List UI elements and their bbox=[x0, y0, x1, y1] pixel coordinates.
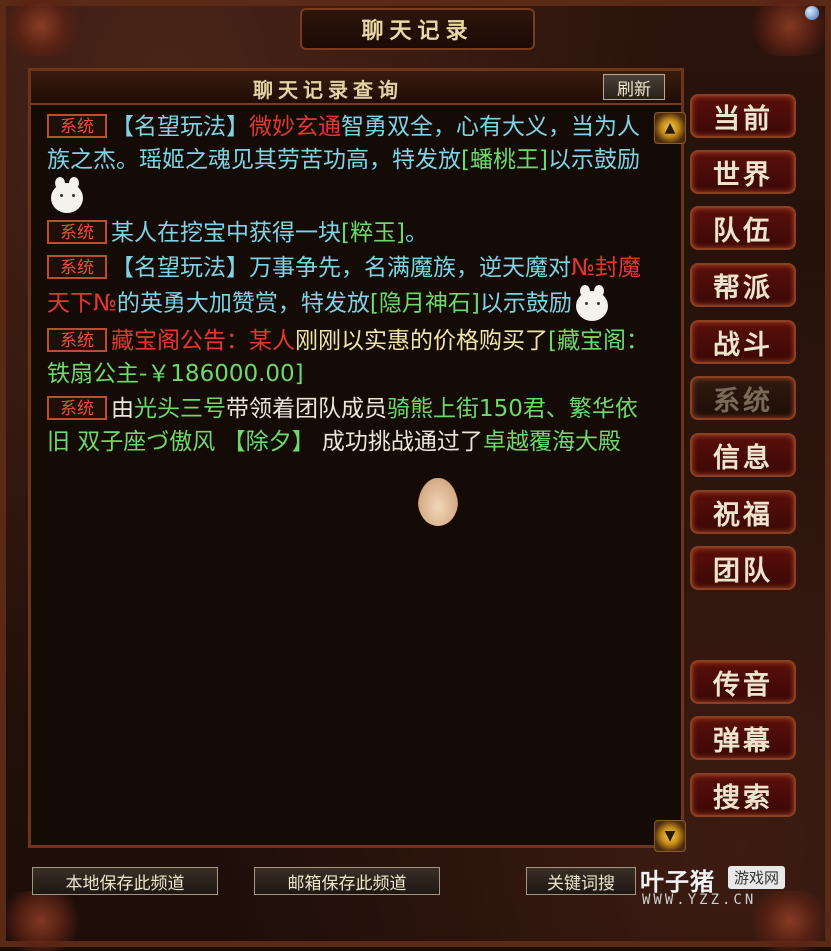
message-text[interactable]: [粹玉] bbox=[341, 220, 405, 246]
chat-message: 系统 某人在挖宝中获得一块[粹玉]。 bbox=[47, 217, 657, 250]
channel-tag: 系统 bbox=[47, 395, 107, 420]
message-text: 【名望玩法】 bbox=[111, 114, 249, 140]
chat-message: 系统 藏宝阁公告：某人刚刚以实惠的价格购买了[藏宝阁：铁扇公主-￥186000.0… bbox=[47, 325, 657, 391]
message-text[interactable]: 藏宝阁公告：某人 bbox=[111, 328, 295, 354]
scroll-up-icon[interactable]: ▲ bbox=[654, 112, 686, 144]
message-text[interactable]: 微妙玄通 bbox=[249, 114, 341, 140]
message-text: 万事争先，名满魔族，逆天魔对 bbox=[249, 255, 571, 281]
message-text: 以示鼓励 bbox=[547, 147, 640, 173]
tab-channel[interactable]: 祝福 bbox=[690, 490, 796, 534]
keyword-search-button[interactable]: 关键词搜 bbox=[526, 867, 636, 895]
message-text: 。 bbox=[404, 220, 428, 246]
message-text[interactable]: 光头三号 bbox=[134, 396, 226, 422]
save-mail-button[interactable]: 邮箱保存此频道 bbox=[254, 867, 440, 895]
corner-ornament bbox=[745, 0, 831, 56]
pointer-hand-icon bbox=[418, 478, 458, 526]
chat-message: 系统 【名望玩法】万事争先，名满魔族，逆天魔对№封魔天下№的英勇大加赞赏，特发放[… bbox=[47, 252, 657, 323]
panel-title: 聊天记录查询 bbox=[253, 78, 403, 102]
message-text[interactable]: [隐月神石] bbox=[370, 291, 480, 317]
tab-channel[interactable]: 世界 bbox=[690, 150, 796, 194]
corner-ornament bbox=[0, 891, 86, 951]
tab-channel[interactable]: 队伍 bbox=[690, 206, 796, 250]
tab-channel[interactable]: 当前 bbox=[690, 94, 796, 138]
message-text: 的英勇大加赞赏，特发放 bbox=[116, 290, 370, 317]
message-text[interactable]: [蟠桃王] bbox=[461, 147, 548, 173]
chat-message: 系统 【名望玩法】微妙玄通智勇双全，心有大义，当为人族之杰。瑶姬之魂见其劳苦功高，… bbox=[47, 111, 657, 215]
save-local-button[interactable]: 本地保存此频道 bbox=[32, 867, 218, 895]
panel-header: 聊天记录查询 刷新 bbox=[31, 71, 681, 105]
chat-log: 系统 【名望玩法】微妙玄通智勇双全，心有大义，当为人族之杰。瑶姬之魂见其劳苦功高，… bbox=[47, 111, 657, 611]
message-text: 成功挑战通过了 bbox=[314, 429, 483, 455]
message-text: 以示鼓励 bbox=[479, 290, 572, 317]
message-text: 某人在挖宝中获得一块 bbox=[111, 220, 341, 246]
corner-ornament bbox=[0, 0, 86, 56]
scroll-down-icon[interactable]: ▼ bbox=[654, 820, 686, 852]
message-text: 由 bbox=[111, 396, 134, 422]
tab-channel[interactable]: 弹幕 bbox=[690, 716, 796, 760]
tab-channel[interactable]: 战斗 bbox=[690, 320, 796, 364]
tab-channel[interactable]: 团队 bbox=[690, 546, 796, 590]
bunny-emote-icon bbox=[47, 177, 87, 215]
chat-history-panel: 聊天记录查询 刷新 系统 【名望玩法】微妙玄通智勇双全，心有大义，当为人族之杰。瑶… bbox=[28, 68, 684, 848]
message-text: 刚刚以实惠的价格购买了 bbox=[295, 328, 548, 354]
tab-channel[interactable]: 信息 bbox=[690, 433, 796, 477]
tab-channel[interactable]: 系统 bbox=[690, 376, 796, 420]
refresh-button[interactable]: 刷新 bbox=[603, 74, 665, 100]
watermark: 叶子猪 游戏网 WWW.YZZ.CN bbox=[640, 860, 800, 910]
channel-tag: 系统 bbox=[47, 113, 107, 138]
watermark-badge: 游戏网 bbox=[728, 866, 786, 889]
tab-channel[interactable]: 传音 bbox=[690, 660, 796, 704]
channel-tag: 系统 bbox=[47, 327, 107, 352]
chat-message: 系统 由光头三号带领着团队成员骑熊上街150君、繁华依旧 双子座づ傲风 【除夕】 … bbox=[47, 393, 657, 459]
message-text: 【名望玩法】 bbox=[111, 255, 249, 281]
message-text[interactable]: 卓越覆海大殿 bbox=[483, 429, 621, 455]
message-text: 带领着团队成员 bbox=[226, 396, 387, 422]
channel-tag: 系统 bbox=[47, 254, 107, 279]
tab-channel[interactable]: 搜索 bbox=[690, 773, 796, 817]
bunny-emote-icon bbox=[572, 285, 612, 323]
watermark-url: WWW.YZZ.CN bbox=[642, 892, 757, 908]
channel-tag: 系统 bbox=[47, 219, 107, 244]
orb-icon bbox=[805, 6, 819, 20]
window-title: 聊天记录 bbox=[300, 8, 535, 50]
tab-channel[interactable]: 帮派 bbox=[690, 263, 796, 307]
